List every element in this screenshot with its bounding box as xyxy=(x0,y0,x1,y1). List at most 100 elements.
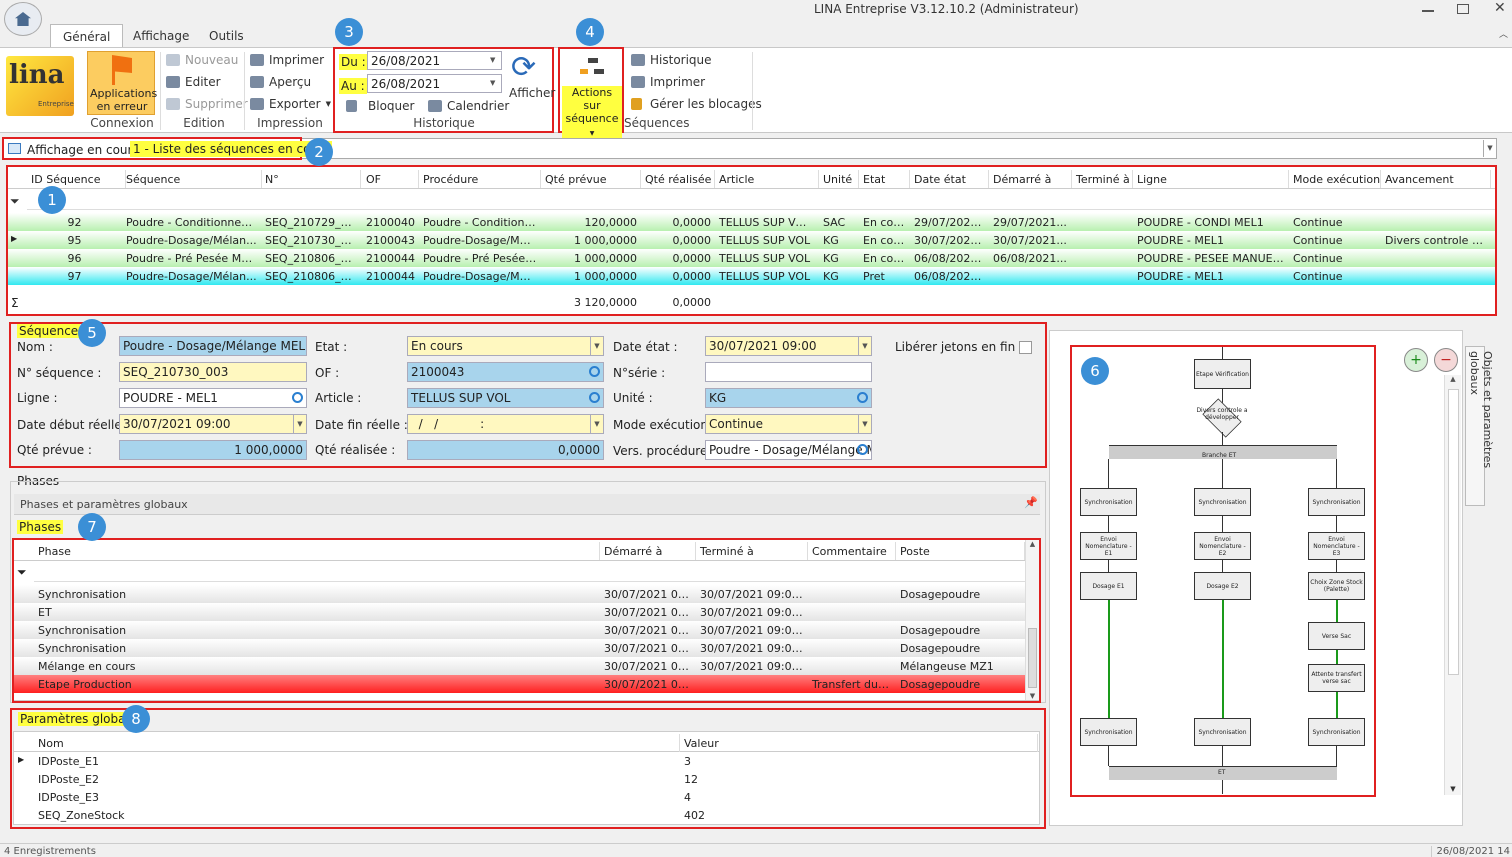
history-button[interactable]: Historique xyxy=(631,53,712,67)
table-cell: 4 xyxy=(684,791,691,804)
lock-icon xyxy=(346,100,357,112)
au-date-field[interactable]: 26/08/2021 xyxy=(367,74,502,93)
sequence-actions-icon xyxy=(580,58,606,76)
ddr-field[interactable]: 30/07/2021 09:00 ▼ xyxy=(119,414,307,434)
zoom-in-icon[interactable]: + xyxy=(1404,348,1428,372)
show-button[interactable]: Afficher xyxy=(509,86,555,100)
mode-field[interactable]: Continue ▼ xyxy=(705,414,872,434)
calendar-button[interactable]: Calendrier xyxy=(428,99,509,113)
calendar-icon xyxy=(428,100,442,112)
ligne-field[interactable]: POUDRE - MEL1 xyxy=(119,388,307,408)
liberer-label: Libérer jetons en fin : xyxy=(895,340,1024,354)
col-header[interactable]: Valeur xyxy=(680,734,1038,752)
tab-general[interactable]: Général xyxy=(50,24,124,48)
tab-affichage[interactable]: Affichage xyxy=(121,24,201,48)
nseq-field[interactable]: SEQ_210730_003 xyxy=(119,362,307,382)
callout-3: 3 xyxy=(335,18,363,46)
restore-icon[interactable] xyxy=(1457,4,1469,14)
phases-subtitle: Phases xyxy=(17,520,64,534)
scroll-up-icon[interactable]: ▲ xyxy=(1445,375,1461,383)
table-row[interactable]: ▶ IDPoste_E1 3 xyxy=(14,752,1039,770)
delete-icon xyxy=(166,98,180,110)
article-field[interactable]: TELLUS SUP VOL xyxy=(407,388,604,408)
unite-field[interactable]: KG xyxy=(705,388,872,408)
tab-outils[interactable]: Outils xyxy=(197,24,256,48)
chevron-down-icon[interactable]: ▼ xyxy=(490,79,495,87)
nserie-field[interactable] xyxy=(705,362,872,382)
scroll-down-icon[interactable]: ▼ xyxy=(1445,785,1461,793)
qp-label: Qté prévue : xyxy=(17,443,92,457)
sequence-actions-label: Actions sur séquence xyxy=(565,86,619,125)
link-icon xyxy=(857,444,868,455)
delete-button[interactable]: Supprimer xyxy=(166,97,248,111)
etat-field[interactable]: En cours ▼ xyxy=(407,336,604,356)
app-logo-icon[interactable] xyxy=(4,2,42,36)
status-bar: 4 Enregistrements 26/08/2021 14 xyxy=(0,843,1512,857)
new-button[interactable]: Nouveau xyxy=(166,53,238,67)
block-button[interactable]: Bloquer xyxy=(346,99,414,113)
date-etat-field[interactable]: 30/07/2021 09:00 ▼ xyxy=(705,336,872,356)
highlight-box-7 xyxy=(12,538,1041,703)
mode-value: Continue xyxy=(709,417,763,431)
nseq-label: N° séquence : xyxy=(17,366,102,380)
table-cell: 402 xyxy=(684,809,705,822)
preview-button[interactable]: Aperçu xyxy=(250,75,311,89)
applications-error-button[interactable]: Applications en erreur xyxy=(87,51,157,115)
of-label: OF : xyxy=(315,366,340,380)
seq-print-button[interactable]: Imprimer xyxy=(631,75,705,89)
ribbon-collapse-icon[interactable]: ︿ xyxy=(1499,27,1508,40)
col-header[interactable]: Nom xyxy=(34,734,680,752)
link-icon xyxy=(292,392,303,403)
print-button[interactable]: Imprimer xyxy=(250,53,324,67)
pin-icon[interactable]: 📌 xyxy=(1024,496,1038,509)
article-value: TELLUS SUP VOL xyxy=(411,391,511,405)
qr-field[interactable]: 0,0000 xyxy=(407,440,604,460)
minimize-icon[interactable] xyxy=(1422,10,1434,12)
dfr-field[interactable]: / / : ▼ xyxy=(407,414,604,434)
table-cell: IDPoste_E1 xyxy=(38,755,99,768)
manage-blocks-button[interactable]: Gérer les blocages xyxy=(631,97,762,111)
close-icon[interactable]: ✕ xyxy=(1494,0,1506,16)
vp-label: Vers. procédure : xyxy=(613,444,716,458)
vp-field[interactable]: Poudre - Dosage/Mélange MEL xyxy=(705,440,872,460)
table-row[interactable]: IDPoste_E2 12 xyxy=(14,770,1039,788)
du-date-field[interactable]: 26/08/2021 xyxy=(367,51,502,70)
seq-print-label: Imprimer xyxy=(650,75,706,89)
date-etat-label: Date état : xyxy=(613,340,678,354)
nom-field[interactable]: Poudre - Dosage/Mélange MEL1 xyxy=(119,336,307,356)
liberer-checkbox[interactable] xyxy=(1019,341,1032,354)
edit-label: Editer xyxy=(185,75,221,89)
refresh-icon[interactable]: ⟳ xyxy=(511,53,536,83)
display-value[interactable]: 1 - Liste des séquences en cours xyxy=(130,141,333,157)
of-field[interactable]: 2100043 xyxy=(407,362,604,382)
of-value: 2100043 xyxy=(411,365,465,379)
ligne-value: POUDRE - MEL1 xyxy=(123,391,218,405)
zoom-out-icon[interactable]: − xyxy=(1434,348,1458,372)
table-row[interactable]: SEQ_ZoneStock 402 xyxy=(14,806,1039,824)
link-icon xyxy=(857,392,868,403)
side-tab[interactable]: Objets et paramètres globaux xyxy=(1465,346,1494,506)
qr-label: Qté réalisée : xyxy=(315,443,396,457)
chevron-down-icon[interactable]: ▼ xyxy=(490,56,495,64)
printer-icon xyxy=(631,76,645,88)
chevron-down-icon[interactable]: ▼ xyxy=(1483,140,1496,157)
diagram-scrollbar[interactable]: ▲ ▼ xyxy=(1444,375,1461,795)
chevron-down-icon: ▼ xyxy=(325,100,331,108)
edit-button[interactable]: Editer xyxy=(166,75,221,89)
status-left: 4 Enregistrements xyxy=(4,846,96,857)
logo-sub: Entreprise xyxy=(38,100,74,108)
nserie-label: N°série : xyxy=(613,366,666,380)
chevron-down-icon: ▼ xyxy=(590,337,603,355)
chevron-down-icon: ▼ xyxy=(858,337,871,355)
table-row[interactable]: IDPoste_E3 4 xyxy=(14,788,1039,806)
history-label: Historique xyxy=(650,53,712,67)
scroll-thumb[interactable] xyxy=(1448,389,1459,675)
block-label: Bloquer xyxy=(368,99,415,113)
list-icon xyxy=(8,143,21,154)
sequence-actions-button[interactable]: Actions sur séquence ▼ xyxy=(562,86,622,140)
export-button[interactable]: Exporter ▼ xyxy=(250,97,331,111)
group-impression: Impression xyxy=(257,116,323,130)
qp-field[interactable]: 1 000,0000 xyxy=(119,440,307,460)
du-label: Du : xyxy=(339,54,368,70)
manage-blocks-label: Gérer les blocages xyxy=(650,97,762,111)
